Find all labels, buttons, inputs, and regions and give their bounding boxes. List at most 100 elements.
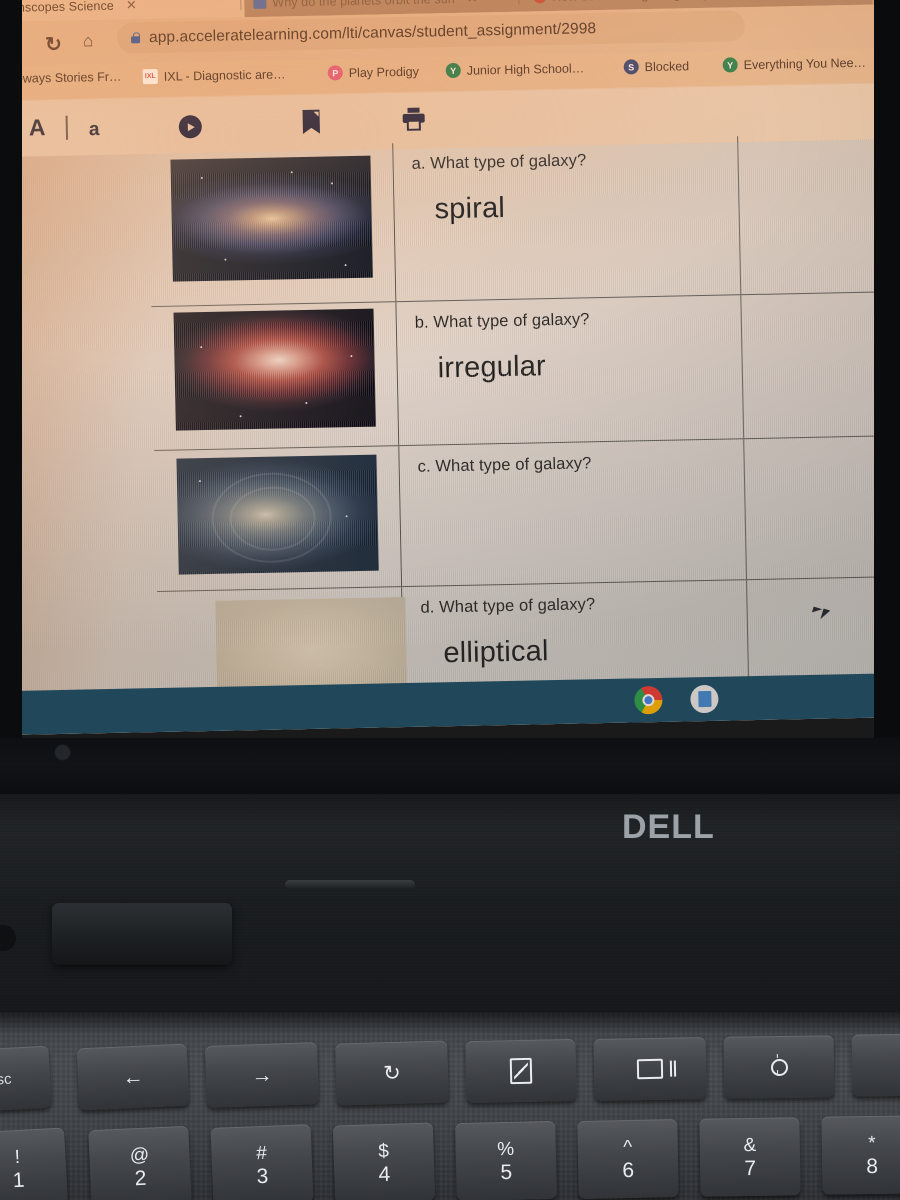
blocked-favicon: S (623, 59, 639, 75)
key-8[interactable]: * 8 (821, 1115, 900, 1195)
galaxy-image-cell (151, 302, 400, 451)
question-text: a. What type of galaxy? (411, 151, 587, 173)
key-2-label: 2 (134, 1166, 147, 1190)
bookmark-ixl[interactable]: IXL IXL - Diagnostic are… (142, 66, 286, 85)
empty-cell (741, 292, 894, 438)
key-4[interactable]: $ 4 (332, 1122, 436, 1200)
tab-title: How does a irregular galaxy form (552, 0, 739, 3)
bookmark-label: Play Prodigy (348, 64, 420, 80)
lock-icon (131, 32, 140, 43)
key-1-shift-label: ! (14, 1146, 21, 1168)
brightness-icon (770, 1058, 788, 1076)
classroom-favicon: Y (722, 57, 738, 73)
forward-key-label: → (251, 1063, 273, 1087)
font-size-small-button[interactable]: a (89, 119, 100, 141)
reload-key[interactable]: ↻ (335, 1040, 449, 1106)
forward-key[interactable]: → (204, 1042, 320, 1108)
laptop-screen: Stemscopes Science ✕ Why do the planets … (0, 0, 900, 753)
key-8-shift-label: * (868, 1132, 876, 1154)
table-row: b. What type of galaxy? irregular (151, 292, 895, 452)
table-row: c. What type of galaxy? (154, 436, 897, 593)
docs-icon[interactable] (690, 684, 719, 714)
key-8-label: 8 (866, 1154, 879, 1178)
key-2-shift-label: @ (129, 1144, 150, 1166)
toolbar-divider (65, 115, 68, 140)
key-5-label: 5 (500, 1160, 513, 1184)
key-3[interactable]: # 3 (210, 1124, 314, 1200)
blue-spiral-galaxy-image (176, 454, 379, 575)
key-3-label: 3 (256, 1164, 269, 1188)
galaxy-image-cell (154, 446, 403, 592)
tab-favicon (533, 0, 547, 4)
tab-divider (518, 0, 520, 5)
answer-text[interactable] (440, 490, 744, 496)
key-4-shift-label: $ (377, 1140, 390, 1162)
esc-key-label: sc (0, 1070, 12, 1088)
key-2[interactable]: @ 2 (88, 1125, 192, 1200)
brightness-up-key[interactable] (851, 1033, 900, 1097)
classroom-favicon: Y (445, 62, 461, 79)
key-6-label: 6 (622, 1158, 635, 1182)
chrome-icon[interactable] (634, 685, 663, 715)
key-7[interactable]: & 7 (699, 1117, 801, 1197)
overview-icon (636, 1058, 664, 1080)
print-icon-svg (402, 107, 425, 131)
key-6-shift-label: ^ (623, 1136, 633, 1158)
bookmark-play-prodigy[interactable]: P Play Prodigy (327, 64, 420, 81)
barred-spiral-galaxy-image (170, 155, 373, 282)
irregular-red-galaxy-image (173, 308, 376, 431)
assignment-sheet: a. What type of galaxy? spiral b. What t… (5, 133, 900, 735)
key-1-label: 1 (12, 1168, 26, 1192)
bookmark-icon-svg (302, 109, 320, 135)
table-row: a. What type of galaxy? spiral (148, 133, 892, 308)
key-1[interactable]: ! 1 (0, 1127, 68, 1200)
play-audio-icon[interactable] (178, 115, 203, 139)
prodigy-favicon: P (327, 65, 343, 81)
tab-close-icon[interactable]: ✕ (126, 0, 137, 13)
bookmark-label: IXL - Diagnostic are… (163, 66, 286, 84)
page-content: A a a. What type of galaxy? spiral b. Wh… (2, 82, 900, 735)
home-icon[interactable]: ⌂ (83, 31, 94, 51)
brightness-down-key[interactable] (723, 1035, 835, 1099)
answer-text[interactable]: elliptical (443, 631, 748, 670)
question-cell: a. What type of galaxy? spiral (393, 136, 742, 302)
key-7-label: 7 (744, 1156, 757, 1180)
palmrest-panel (52, 903, 232, 965)
bookmark-label: Blocked (644, 58, 690, 74)
chrome-browser-window: Stemscopes Science ✕ Why do the planets … (0, 0, 900, 736)
ixl-favicon: IXL (142, 68, 158, 85)
bookmark-junior-high-school[interactable]: Y Junior High School… (445, 60, 585, 79)
answer-text[interactable]: irregular (437, 346, 742, 385)
galaxy-image-cell (148, 143, 397, 307)
key-4-label: 4 (378, 1162, 391, 1186)
fullscreen-icon (509, 1057, 533, 1085)
overview-key[interactable] (593, 1037, 707, 1101)
keyboard-shadow (0, 1012, 900, 1034)
answer-text[interactable]: spiral (434, 187, 739, 226)
font-size-large-button[interactable]: A (29, 114, 46, 141)
question-cell: c. What type of galaxy? (399, 439, 748, 587)
question-text: b. What type of galaxy? (414, 310, 590, 332)
reload-icon[interactable]: ↻ (45, 32, 62, 57)
empty-cell (738, 133, 891, 294)
fullscreen-key[interactable] (465, 1038, 577, 1104)
key-6[interactable]: ^ 6 (577, 1119, 679, 1199)
bookmark-icon[interactable] (300, 109, 322, 135)
question-text: c. What type of galaxy? (417, 454, 592, 476)
tab-favicon (253, 0, 267, 9)
url-text: app.acceleratelearning.com/lti/canvas/st… (148, 19, 597, 46)
back-key[interactable]: ← (76, 1043, 190, 1111)
question-cell: b. What type of galaxy? irregular (396, 295, 745, 446)
tab-close-icon[interactable]: ✕ (467, 0, 478, 6)
photo-of-laptop: Stemscopes Science ✕ Why do the planets … (0, 0, 900, 1200)
esc-key[interactable]: sc (0, 1045, 52, 1113)
webcam-icon (54, 744, 71, 761)
bookmark-blocked[interactable]: S Blocked (623, 58, 690, 75)
key-5[interactable]: % 5 (455, 1120, 557, 1200)
reload-key-label: ↻ (382, 1061, 402, 1085)
back-key-label: ← (122, 1065, 144, 1089)
key-7-shift-label: & (743, 1134, 757, 1156)
hinge-vent (285, 880, 415, 889)
bookmark-everything-you-need[interactable]: Y Everything You Nee… (722, 55, 867, 73)
print-icon[interactable] (400, 107, 426, 132)
